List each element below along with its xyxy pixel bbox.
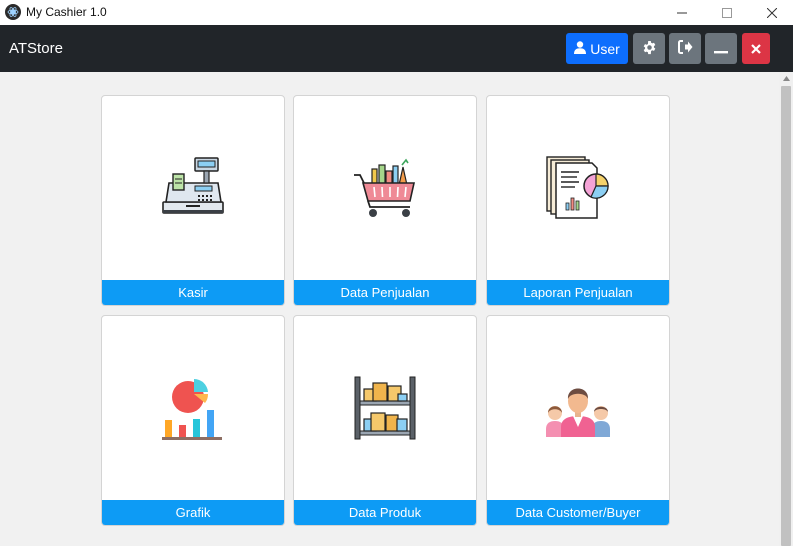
chart-icon: [102, 316, 284, 500]
product-shelf-icon: [294, 316, 476, 500]
window-close-button[interactable]: [752, 0, 792, 25]
navbar: ATStore User: [0, 25, 793, 72]
menu-card-label: Data Produk: [294, 500, 476, 525]
menu-card-data-penjualan[interactable]: Data Penjualan: [293, 95, 477, 306]
sign-out-icon: [677, 40, 693, 57]
app-logo-icon: [5, 4, 21, 20]
menu-card-data-customer[interactable]: Data Customer/Buyer: [486, 315, 670, 526]
user-icon: [574, 40, 587, 57]
scroll-up-arrow-icon[interactable]: [779, 72, 793, 84]
window-title: My Cashier 1.0: [26, 5, 107, 19]
gear-icon: [642, 40, 657, 58]
menu-card-label: Data Penjualan: [294, 280, 476, 305]
menu-card-label: Grafik: [102, 500, 284, 525]
sales-report-icon: [487, 96, 669, 280]
window-minimize-button[interactable]: [662, 0, 702, 25]
settings-button[interactable]: [633, 33, 665, 64]
user-button-label: User: [590, 40, 620, 57]
menu-card-label: Data Customer/Buyer: [487, 500, 669, 525]
cash-register-icon: [102, 96, 284, 280]
close-icon: [751, 41, 761, 57]
brand-name[interactable]: ATStore: [9, 40, 63, 57]
menu-card-kasir[interactable]: Kasir: [101, 95, 285, 306]
menu-card-grafik[interactable]: Grafik: [101, 315, 285, 526]
vertical-scrollbar[interactable]: [779, 72, 793, 546]
customers-icon: [487, 316, 669, 500]
user-button[interactable]: User: [566, 33, 628, 64]
logout-button[interactable]: [669, 33, 701, 64]
menu-card-laporan-penjualan[interactable]: Laporan Penjualan: [486, 95, 670, 306]
minus-icon: [714, 40, 728, 57]
menu-card-data-produk[interactable]: Data Produk: [293, 315, 477, 526]
menu-card-label: Laporan Penjualan: [487, 280, 669, 305]
close-app-button[interactable]: [742, 33, 770, 64]
minimize-button[interactable]: [705, 33, 737, 64]
scrollbar-thumb[interactable]: [781, 86, 791, 546]
window-titlebar: My Cashier 1.0: [0, 0, 793, 25]
window-maximize-button[interactable]: [707, 0, 747, 25]
menu-card-label: Kasir: [102, 280, 284, 305]
shopping-cart-icon: [294, 96, 476, 280]
